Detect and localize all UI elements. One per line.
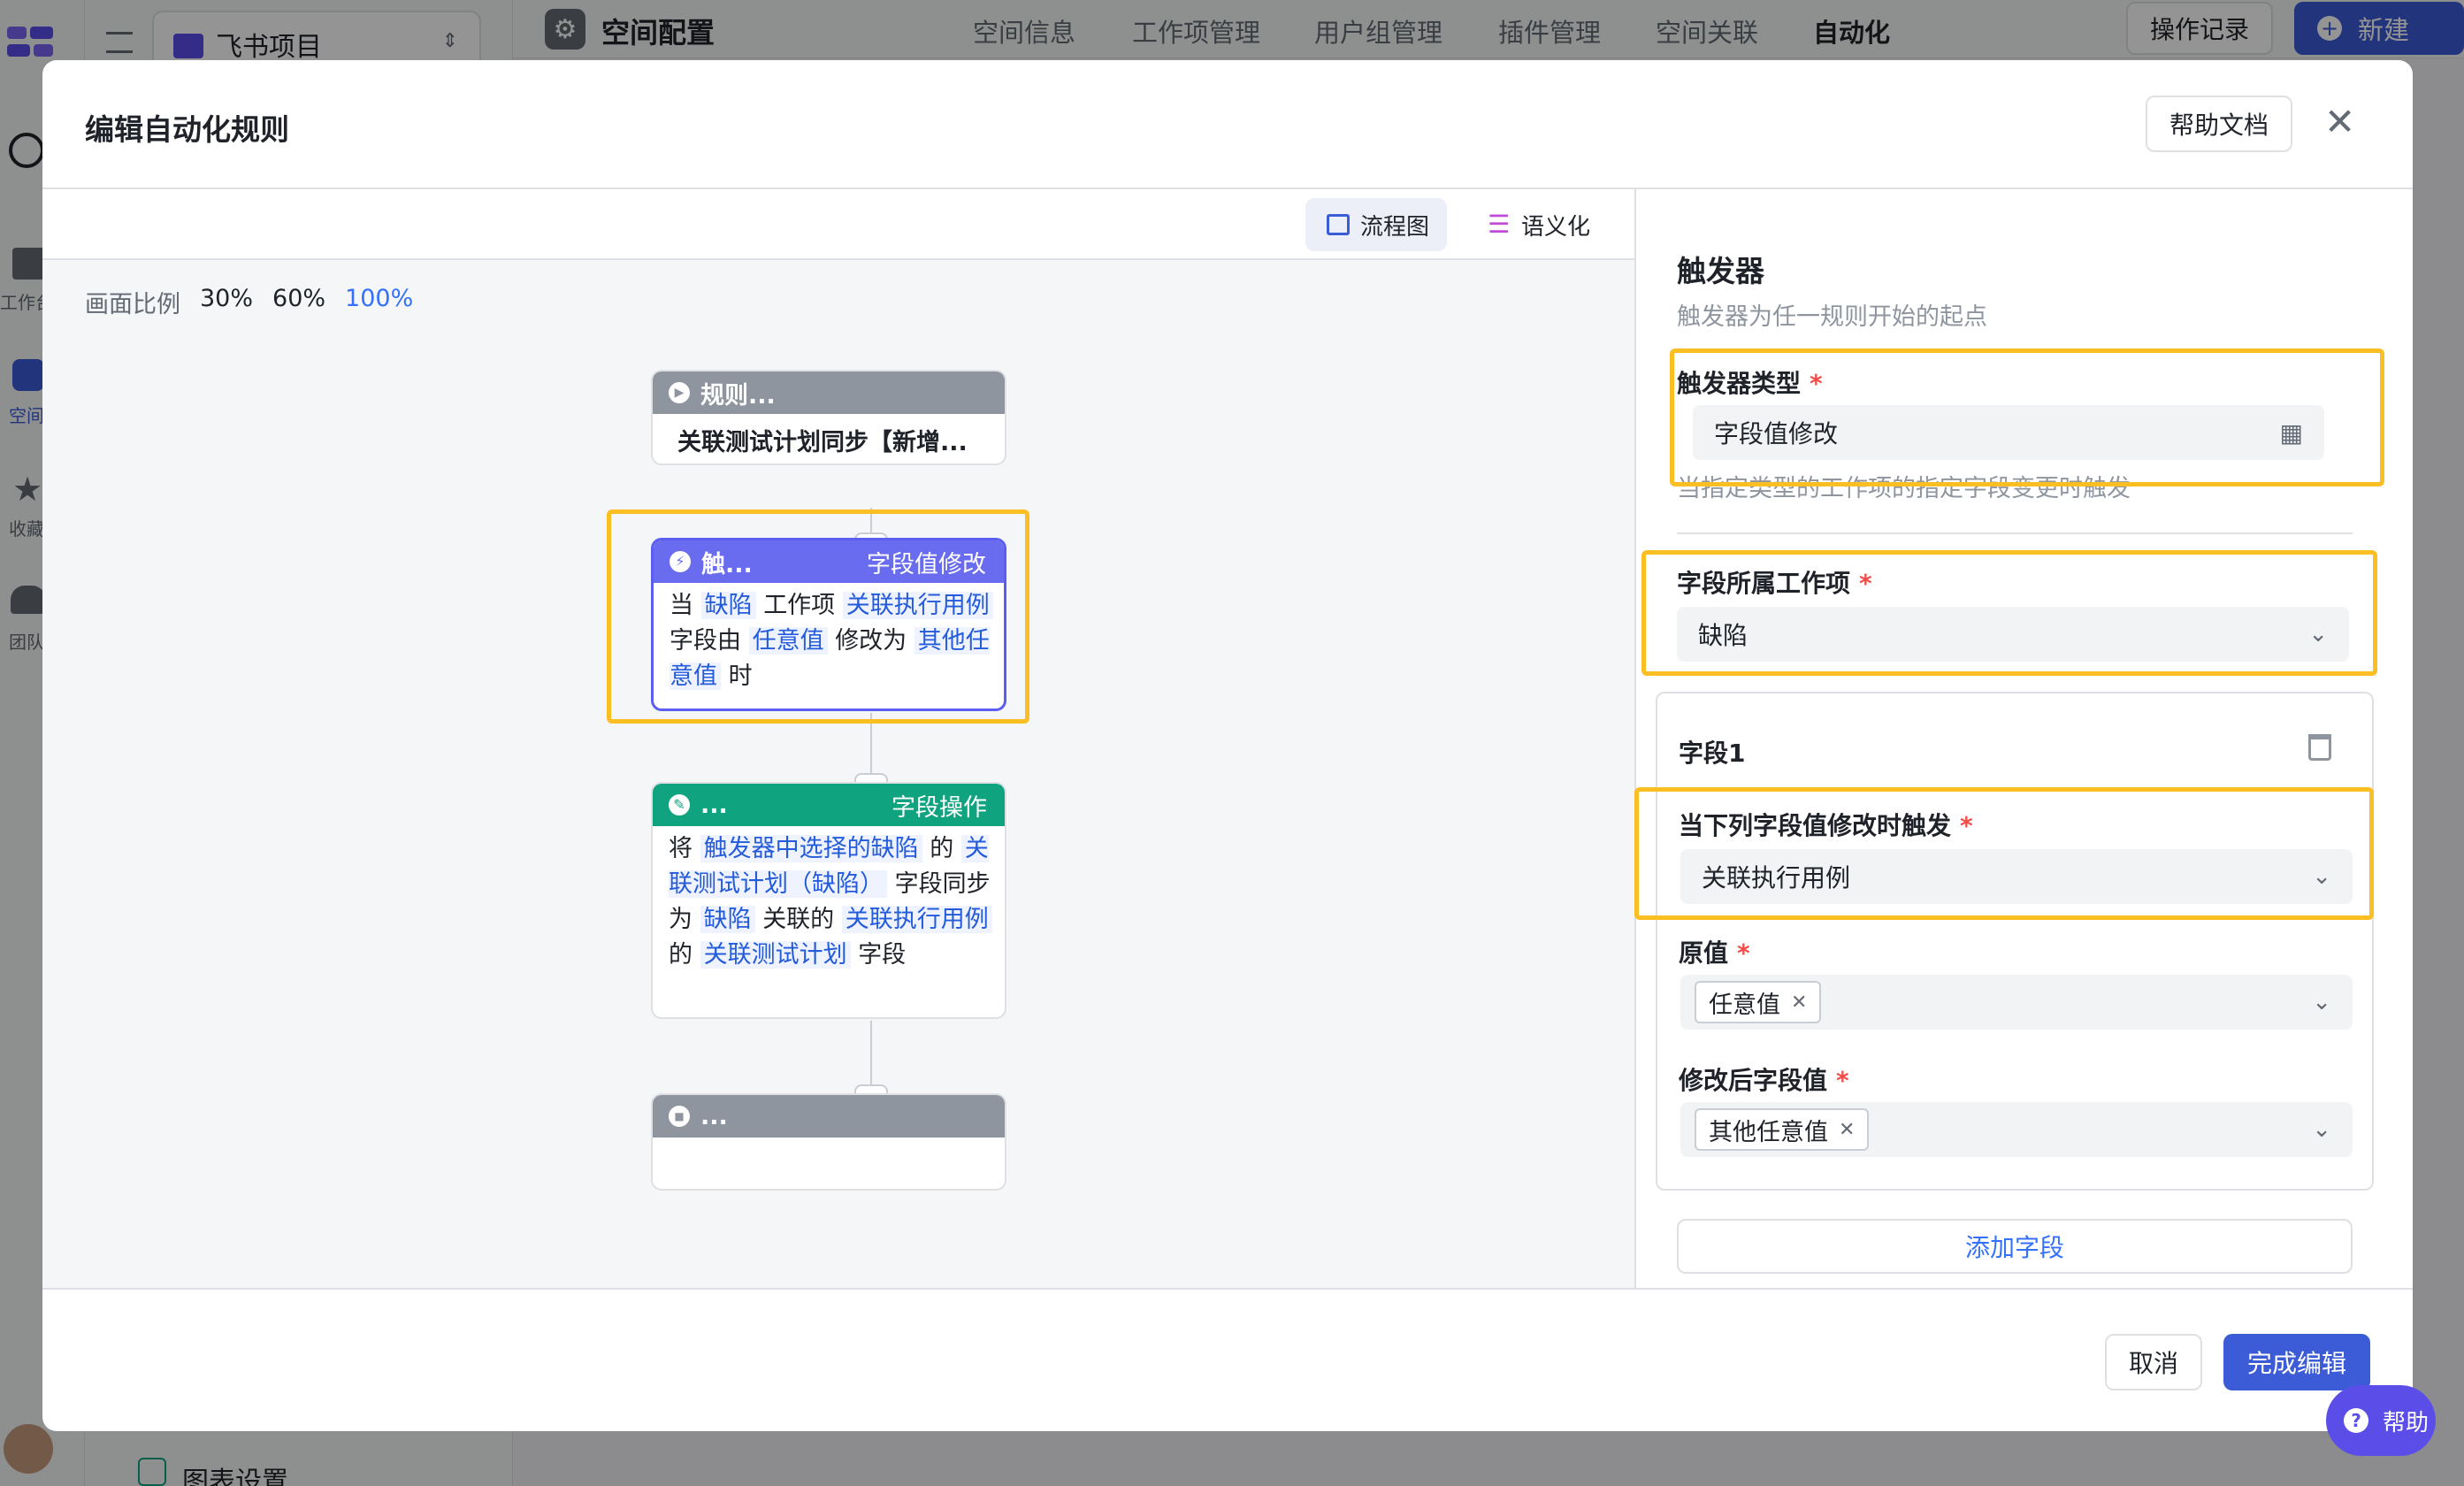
original-value-chip: 任意值 ✕ — [1695, 981, 1822, 1023]
chip-remove-icon[interactable]: ✕ — [1791, 992, 1807, 1014]
zoom-control: 画面比例 30% 60% 100% — [85, 285, 413, 319]
end-node[interactable]: ■ ... — [651, 1093, 1006, 1191]
chip-label: 其他任意值 — [1709, 1118, 1828, 1146]
panel-divider — [1634, 189, 1636, 1290]
stop-icon: ■ — [669, 1106, 690, 1127]
original-value-label: 原值 * — [1679, 934, 1750, 969]
tab-flowchart-label: 流程图 — [1360, 213, 1430, 241]
desc-text: 将 — [669, 835, 693, 862]
zoom-label: 画面比例 — [85, 291, 180, 318]
highlight-box-trigger-node — [607, 509, 1029, 724]
view-toolbar: 流程图 ☰ 语义化 — [42, 189, 1634, 260]
desc-text: 的 — [930, 835, 954, 862]
highlight-box-field-trigger — [1634, 787, 2374, 920]
tab-semantic[interactable]: ☰ 语义化 — [1466, 198, 1608, 251]
section-divider — [1677, 532, 2353, 534]
desc-token: 关联测试计划 — [700, 941, 851, 969]
chevron-down-icon: ⌄ — [2312, 989, 2331, 1015]
flowchart-icon — [1327, 214, 1350, 235]
trash-icon[interactable] — [2308, 734, 2331, 761]
highlight-box-trigger-type — [1670, 349, 2384, 486]
label-text: 修改后字段值 — [1679, 1066, 1828, 1095]
rule-node-header: ▶ 规则... — [653, 372, 1005, 414]
action-node-badge: 字段操作 — [891, 793, 987, 822]
zoom-100[interactable]: 100% — [345, 285, 413, 319]
panel-title: 触发器 — [1677, 254, 1764, 288]
zoom-60[interactable]: 60% — [272, 285, 325, 319]
end-node-title: ... — [700, 1102, 728, 1130]
rule-node[interactable]: ▶ 规则... 关联测试计划同步【新增... — [651, 370, 1006, 465]
original-value-select[interactable]: 任意值 ✕ ⌄ — [1680, 975, 2353, 1030]
desc-token: 关联执行用例 — [841, 906, 992, 933]
add-field-button[interactable]: 添加字段 — [1677, 1219, 2353, 1274]
rule-node-title: 规则... — [700, 381, 776, 410]
chevron-down-icon: ⌄ — [2312, 1116, 2331, 1143]
rule-node-name: 关联测试计划同步【新增... — [677, 429, 968, 456]
field-card-title: 字段1 — [1679, 739, 1746, 768]
chip-label: 任意值 — [1709, 991, 1780, 1019]
help-float-label: 帮助 — [2383, 1409, 2430, 1436]
question-icon: ? — [2344, 1408, 2368, 1433]
help-doc-button[interactable]: 帮助文档 — [2146, 96, 2292, 152]
modified-value-select[interactable]: 其他任意值 ✕ ⌄ — [1680, 1102, 2353, 1157]
close-icon[interactable]: ✕ — [2324, 99, 2355, 145]
desc-text: 的 — [669, 941, 693, 969]
action-node-header: ✎ ... 字段操作 — [653, 784, 1005, 826]
list-icon: ☰ — [1488, 210, 1511, 239]
help-float-button[interactable]: ? 帮助 — [2326, 1385, 2436, 1456]
action-node-title: ... — [700, 791, 728, 819]
play-icon: ▶ — [669, 382, 690, 403]
chip-remove-icon[interactable]: ✕ — [1839, 1119, 1855, 1141]
action-node[interactable]: ✎ ... 字段操作 将 触发器中选择的缺陷 的 关联测试计划（缺陷） 字段同步… — [651, 782, 1006, 1019]
highlight-box-work-item — [1641, 550, 2377, 676]
footer-divider — [42, 1288, 2413, 1290]
desc-text: 关联的 — [762, 906, 835, 933]
end-node-header: ■ ... — [653, 1095, 1005, 1137]
edit-automation-modal: 编辑自动化规则 帮助文档 ✕ 流程图 ☰ 语义化 画面比例 30% 60% 10… — [42, 60, 2413, 1431]
required-mark: * — [1737, 938, 1750, 968]
tab-flowchart[interactable]: 流程图 — [1305, 198, 1447, 251]
required-mark: * — [1836, 1066, 1849, 1095]
zoom-30[interactable]: 30% — [200, 285, 253, 319]
panel-desc: 触发器为任一规则开始的起点 — [1677, 303, 1987, 331]
desc-token: 触发器中选择的缺陷 — [700, 835, 922, 862]
cancel-button[interactable]: 取消 — [2105, 1334, 2202, 1390]
action-node-desc: 将 触发器中选择的缺陷 的 关联测试计划（缺陷） 字段同步为 缺陷 关联的 关联… — [653, 826, 1005, 973]
wrench-icon: ✎ — [669, 794, 690, 816]
tab-semantic-label: 语义化 — [1521, 213, 1591, 241]
modified-value-label: 修改后字段值 * — [1679, 1061, 1849, 1097]
label-text: 原值 — [1679, 938, 1729, 968]
desc-text: 字段 — [858, 941, 907, 969]
modal-title: 编辑自动化规则 — [85, 112, 289, 147]
modified-value-chip: 其他任意值 ✕ — [1695, 1108, 1870, 1151]
done-edit-button[interactable]: 完成编辑 — [2223, 1334, 2370, 1390]
desc-token: 缺陷 — [700, 906, 755, 933]
